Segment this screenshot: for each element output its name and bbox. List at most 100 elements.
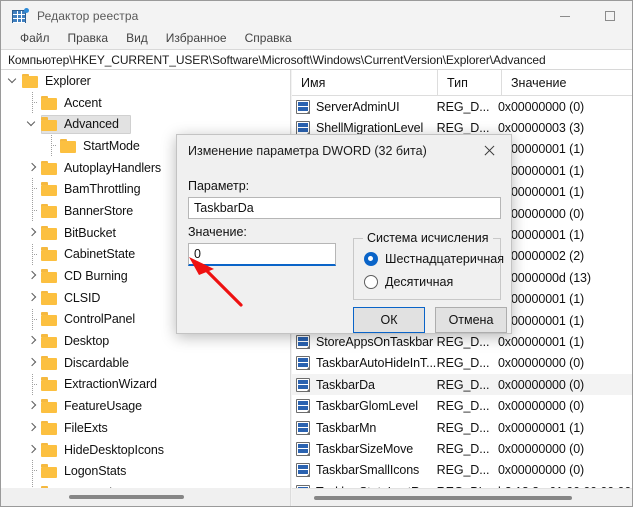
folder-icon xyxy=(41,269,58,284)
menu-item-edit[interactable]: Правка xyxy=(59,29,118,47)
chevron-right-icon[interactable] xyxy=(26,157,41,179)
column-header-name[interactable]: Имя xyxy=(292,70,438,96)
tree-connector xyxy=(26,308,41,331)
folder-icon xyxy=(41,464,58,479)
radio-decimal-label: Десятичная xyxy=(385,275,454,289)
registry-value-icon xyxy=(296,99,310,114)
cell-value: 0x00000000 (0) xyxy=(497,463,585,478)
cell-name: TaskbarGlomLevel xyxy=(316,399,418,414)
menu-item-view[interactable]: Вид xyxy=(117,29,157,47)
tree-item-discardable[interactable]: Discardable xyxy=(1,352,273,374)
cell-value: 0x00000001 (1) xyxy=(497,313,585,328)
tree-item-hidedesktopicons[interactable]: HideDesktopIcons xyxy=(1,439,273,461)
radio-decimal[interactable]: Десятичная xyxy=(364,275,453,289)
folder-icon xyxy=(41,160,58,175)
tree-item-label: Discardable xyxy=(64,355,129,370)
radio-hexadecimal-icon xyxy=(364,252,378,266)
tree-item-accent[interactable]: Accent xyxy=(1,91,273,114)
value-input[interactable] xyxy=(188,243,336,266)
tree-item-label: LowRegistry xyxy=(64,486,132,488)
cell-name: ServerAdminUI xyxy=(316,99,400,114)
tree-item-fileexts[interactable]: FileExts xyxy=(1,417,273,439)
address-bar[interactable]: Компьютер\HKEY_CURRENT_USER\Software\Mic… xyxy=(1,49,632,70)
chevron-right-icon[interactable] xyxy=(26,287,41,309)
folder-icon xyxy=(41,203,58,218)
folder-icon xyxy=(41,225,58,240)
tree-item-extractionwizard[interactable]: ExtractionWizard xyxy=(1,373,273,396)
folder-icon xyxy=(41,485,58,488)
table-row[interactable]: TaskbarAutoHideInT... REG_D... 0x00000000 … xyxy=(292,353,632,374)
table-row[interactable]: ServerAdminUI REG_D... 0x00000000 (0) xyxy=(292,96,632,117)
values-column-headers: Имя Тип Значение xyxy=(292,70,632,96)
tree-connector xyxy=(26,373,41,396)
table-row[interactable]: TaskbarMn REG_D... 0x00000001 (1) xyxy=(292,417,632,438)
edit-dword-dialog: Изменение параметра DWORD (32 бита) Пара… xyxy=(176,134,512,334)
table-row[interactable]: TaskbarSizeMove REG_D... 0x00000000 (0) xyxy=(292,438,632,459)
tree-item-label: LogonStats xyxy=(64,464,127,479)
cell-value: 0x00000000 (0) xyxy=(497,399,585,414)
column-header-value[interactable]: Значение xyxy=(502,70,632,96)
registry-value-icon xyxy=(296,334,310,349)
table-row[interactable]: TaskbarGlomLevel REG_D... 0x00000000 (0) xyxy=(292,395,632,416)
tree-item-label: Desktop xyxy=(64,334,110,349)
tree-item-label: BannerStore xyxy=(64,203,134,218)
tree-horizontal-scrollbar[interactable] xyxy=(1,488,290,506)
folder-icon xyxy=(41,399,58,414)
tree-item-advanced[interactable]: Advanced xyxy=(1,113,273,135)
folder-icon xyxy=(22,73,39,88)
chevron-right-icon[interactable] xyxy=(26,352,41,374)
cell-value: 0x00000000 (0) xyxy=(497,99,585,114)
tree-item-logonstats[interactable]: LogonStats xyxy=(1,460,273,483)
folder-icon xyxy=(41,290,58,305)
menu-item-file[interactable]: Файл xyxy=(11,29,59,47)
cell-value: 0x00000000 (0) xyxy=(497,206,585,221)
table-row[interactable]: TaskbarSmallIcons REG_D... 0x00000000 (0) xyxy=(292,460,632,481)
param-name-input[interactable] xyxy=(188,197,501,219)
chevron-right-icon[interactable] xyxy=(26,330,41,352)
dialog-title: Изменение параметра DWORD (32 бита) xyxy=(188,144,427,158)
cell-name: StoreAppsOnTaskbar xyxy=(316,334,434,349)
tree-connector xyxy=(26,200,41,222)
tree-item-explorer[interactable]: Explorer xyxy=(1,70,273,92)
table-row[interactable]: TaskbarDa REG_D... 0x00000000 (0) xyxy=(292,374,632,396)
folder-icon xyxy=(41,377,58,392)
cell-value: 0x0000000d (13) xyxy=(497,270,591,285)
registry-value-icon xyxy=(296,463,310,478)
cancel-button[interactable]: Отмена xyxy=(435,307,507,333)
chevron-down-icon[interactable] xyxy=(26,113,41,135)
tree-item-label: CD Burning xyxy=(64,269,128,284)
registry-editor-icon xyxy=(12,8,29,24)
chevron-right-icon[interactable] xyxy=(26,417,41,439)
menu-item-favorites[interactable]: Избранное xyxy=(157,29,236,47)
tree-hscroll-thumb[interactable] xyxy=(69,495,184,499)
menu-item-help[interactable]: Справка xyxy=(236,29,301,47)
dialog-close-button[interactable] xyxy=(467,135,511,165)
cell-value: 0x00000001 (1) xyxy=(497,185,585,200)
chevron-down-icon[interactable] xyxy=(7,70,22,92)
radio-hexadecimal[interactable]: Шестнадцатеричная xyxy=(364,252,504,266)
cell-value: 0x00000001 (1) xyxy=(497,420,585,435)
cell-type: REG_D... xyxy=(436,463,490,478)
folder-icon xyxy=(41,442,58,457)
list-horizontal-scrollbar[interactable] xyxy=(292,488,632,506)
chevron-right-icon[interactable] xyxy=(26,222,41,244)
chevron-right-icon[interactable] xyxy=(26,265,41,287)
tree-item-label: CLSID xyxy=(64,290,101,305)
tree-connector xyxy=(26,460,41,483)
tree-item-featureusage[interactable]: FeatureUsage xyxy=(1,395,273,417)
chevron-right-icon[interactable] xyxy=(26,439,41,461)
folder-icon xyxy=(41,182,58,197)
radio-decimal-icon xyxy=(364,275,378,289)
registry-value-icon xyxy=(296,356,310,371)
dialog-title-bar[interactable]: Изменение параметра DWORD (32 бита) xyxy=(177,135,511,167)
table-row[interactable]: StoreAppsOnTaskbar REG_D... 0x00000001 (1) xyxy=(292,331,632,352)
tree-item-label: HideDesktopIcons xyxy=(64,442,164,457)
folder-icon xyxy=(41,355,58,370)
chevron-right-icon[interactable] xyxy=(26,395,41,417)
registry-editor-window: Редактор реестра Файл Правка Вид Избранн… xyxy=(0,0,633,507)
list-hscroll-thumb[interactable] xyxy=(314,496,572,500)
registry-value-icon xyxy=(296,420,310,435)
column-header-type[interactable]: Тип xyxy=(438,70,502,96)
ok-button[interactable]: ОК xyxy=(353,307,425,333)
tree-item-label: Accent xyxy=(64,95,102,110)
